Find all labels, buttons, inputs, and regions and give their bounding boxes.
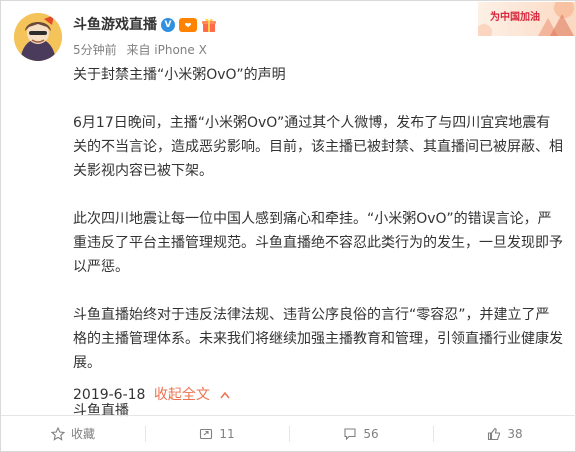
- star-icon: [50, 426, 65, 441]
- promo-banner: 为中国加油: [478, 2, 576, 36]
- favorite-label: 收藏: [70, 427, 95, 441]
- post-content: 关于封禁主播“小米粥OvO”的声明 6月17日晚间，主播“小米粥OvO”通过其个…: [73, 63, 563, 423]
- post-paragraph-3: 斗鱼直播始终对于违反法律法规、违背公序良俗的言行“零容忍”，并建立了严格的主播管…: [73, 307, 563, 371]
- verified-icon: V: [161, 18, 175, 32]
- post-source: 来自 iPhone X: [126, 43, 207, 57]
- author-row: 斗鱼游戏直播 V ❤: [73, 15, 217, 35]
- post-time[interactable]: 5分钟前: [73, 43, 117, 57]
- favorite-button[interactable]: 收藏: [1, 423, 145, 445]
- repost-icon: [200, 428, 213, 439]
- avatar[interactable]: [14, 13, 62, 61]
- comment-icon: [344, 427, 356, 440]
- post-paragraph-2: 此次四川地震让每一位中国人感到痛心和牵挂。“小米粥OvO”的错误言论，严重违反了…: [73, 211, 563, 275]
- repost-count: 11: [219, 426, 235, 441]
- date-row: 2019-6-18 收起全文: [73, 385, 230, 405]
- repost-button[interactable]: 11: [145, 423, 289, 445]
- action-bar: 收藏 11 56 38: [1, 415, 576, 451]
- like-button[interactable]: 38: [433, 423, 576, 445]
- vip-badge-icon[interactable]: ❤: [179, 18, 197, 32]
- gift-icon[interactable]: [201, 17, 217, 33]
- author-name[interactable]: 斗鱼游戏直播: [73, 15, 157, 35]
- chevron-up-icon[interactable]: [220, 385, 230, 405]
- post-paragraph-1: 6月17日晚间，主播“小米粥OvO”通过其个人微博，发布了与四川宜宾地震有关的不…: [73, 115, 563, 179]
- weibo-post-card: 斗鱼游戏直播 V ❤ 5分钟前 来自 iPhone X 为中国加油 关于封禁主播…: [0, 0, 576, 452]
- post-date: 2019-6-18: [73, 387, 146, 403]
- post-meta: 5分钟前 来自 iPhone X: [73, 42, 213, 58]
- promo-banner-text: 为中国加油: [490, 12, 540, 23]
- thumbs-up-icon: [488, 427, 501, 440]
- like-count: 38: [507, 426, 523, 441]
- collapse-button[interactable]: 收起全文: [154, 387, 210, 403]
- comment-count: 56: [363, 426, 379, 441]
- post-title: 关于封禁主播“小米粥OvO”的声明: [73, 67, 286, 83]
- comment-button[interactable]: 56: [289, 423, 433, 445]
